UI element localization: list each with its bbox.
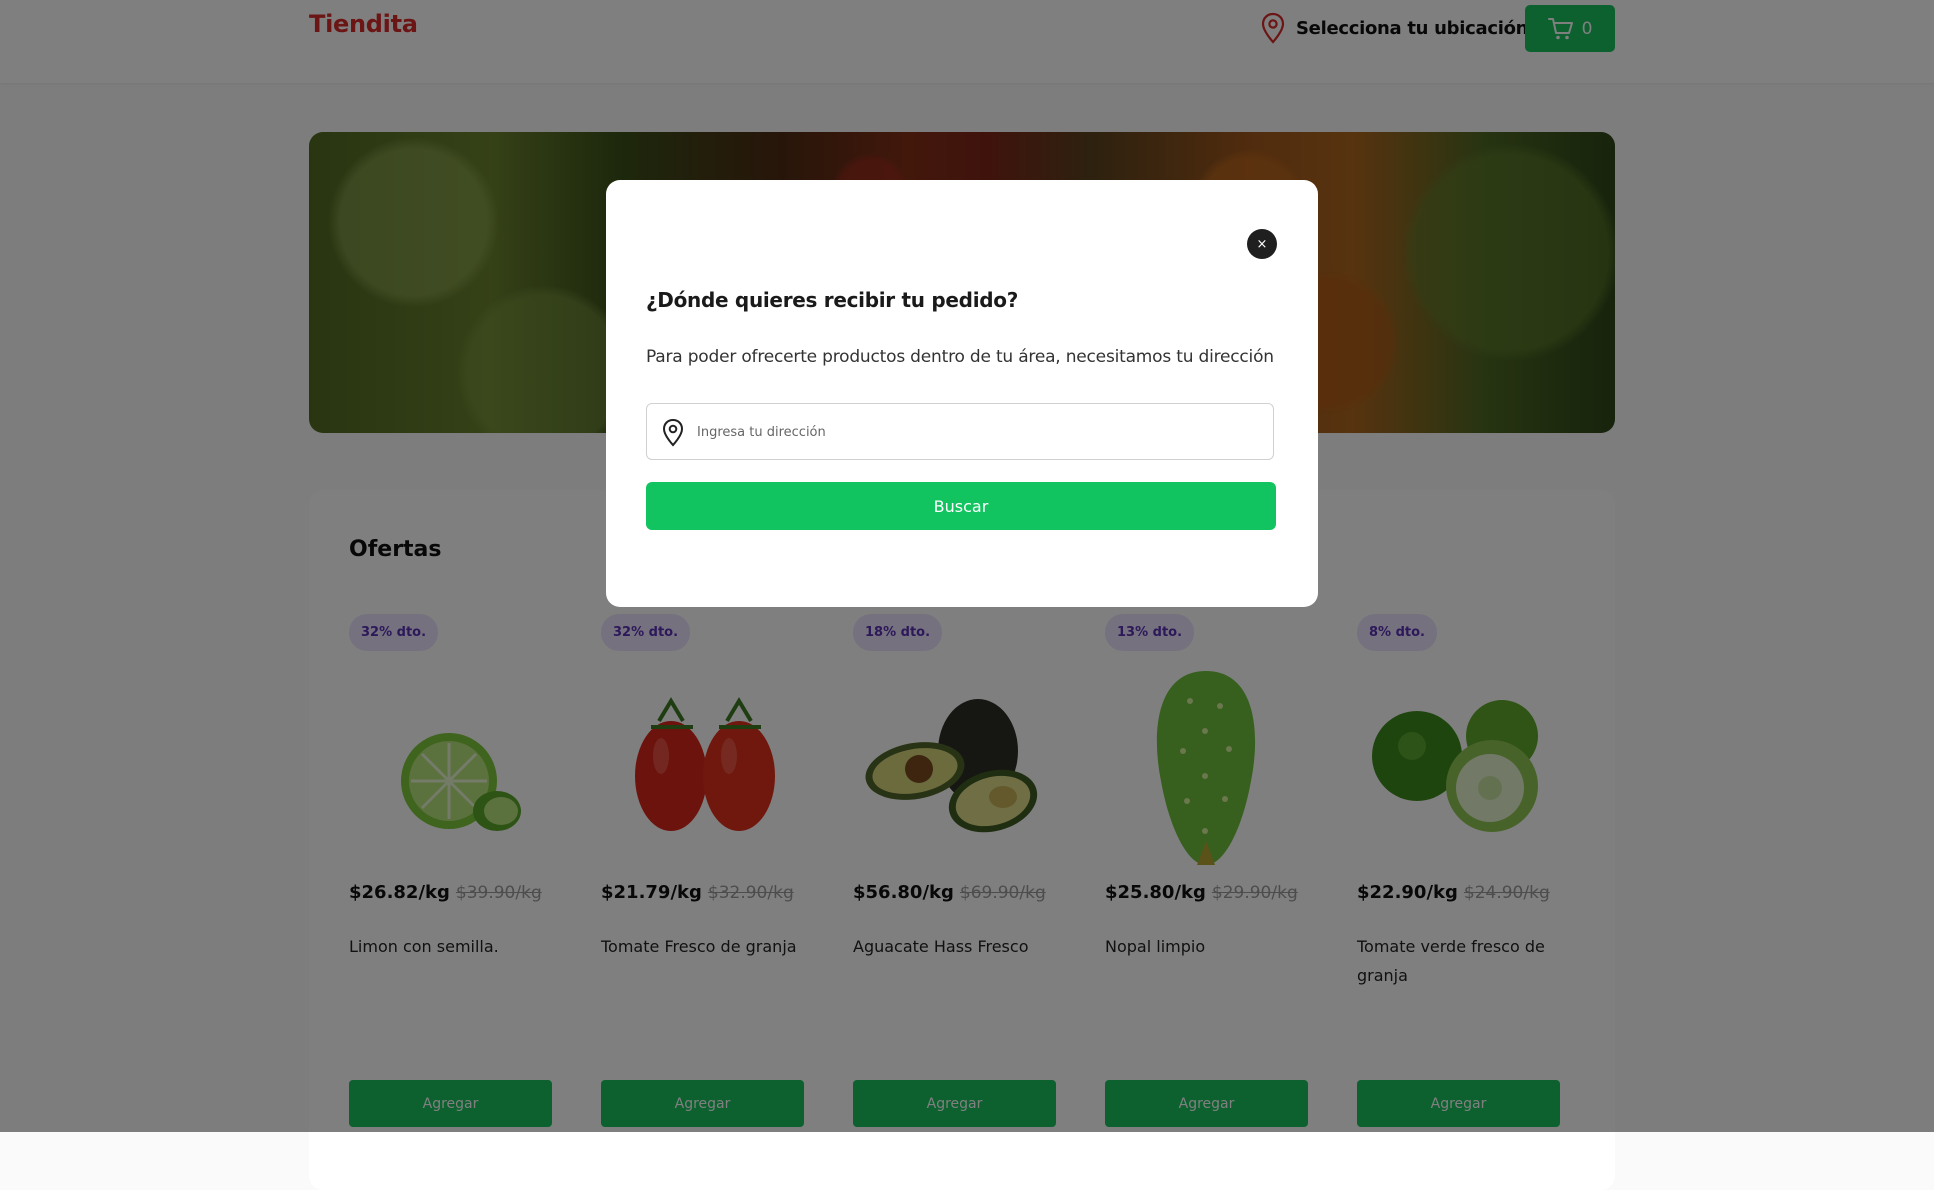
search-button[interactable]: Buscar <box>646 482 1276 530</box>
location-modal: × ¿Dónde quieres recibir tu pedido? Para… <box>606 180 1318 607</box>
modal-description: Para poder ofrecerte productos dentro de… <box>646 347 1274 367</box>
map-pin-icon <box>662 418 684 447</box>
address-field[interactable] <box>646 403 1274 461</box>
close-button[interactable]: × <box>1247 229 1277 259</box>
modal-title: ¿Dónde quieres recibir tu pedido? <box>646 288 1019 312</box>
address-input[interactable] <box>695 404 1269 461</box>
close-icon: × <box>1256 236 1268 252</box>
